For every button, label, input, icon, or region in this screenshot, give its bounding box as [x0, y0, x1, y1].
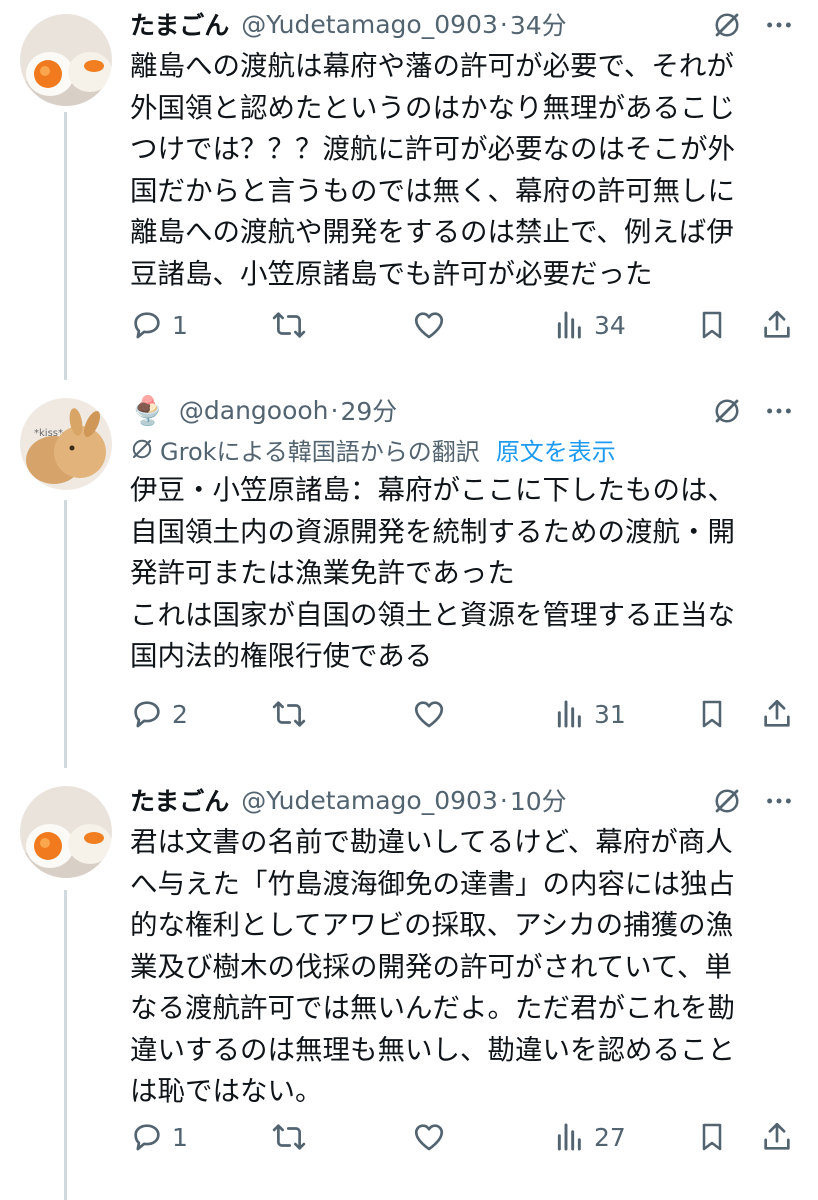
views-icon	[554, 309, 586, 341]
bookmark-icon	[696, 1121, 728, 1153]
view-count: 34	[594, 310, 626, 340]
share-button[interactable]	[760, 697, 794, 731]
avatar[interactable]	[20, 786, 112, 878]
repost-button[interactable]	[272, 1120, 306, 1154]
views-button[interactable]: 34	[554, 309, 626, 341]
avatar-caption: *kiss*	[34, 428, 63, 439]
timestamp[interactable]: 10分	[510, 782, 567, 818]
more-icon[interactable]	[764, 786, 794, 816]
reply-count: 1	[172, 310, 188, 340]
bookmark-icon	[696, 309, 728, 341]
display-name[interactable]: たまごん	[130, 6, 229, 42]
grok-icon[interactable]	[712, 396, 742, 426]
separator-dot: ·	[499, 9, 508, 39]
grok-icon	[130, 437, 154, 461]
separator-dot: ·	[499, 785, 508, 815]
views-button[interactable]: 27	[554, 1121, 626, 1153]
repost-icon	[272, 308, 306, 342]
more-icon[interactable]	[764, 10, 794, 40]
bookmark-button[interactable]	[696, 1121, 728, 1153]
tweet-text: 離島への渡航は幕府や藩の許可が必要で、それが 外国領と認めたというのはかなり無理…	[130, 50, 735, 290]
translation-notice: Grokによる韓国語からの翻訳 原文を表示	[130, 430, 800, 468]
display-name[interactable]: 🍨	[130, 394, 165, 427]
tweet-text: 伊豆・小笠原諸島：幕府がここに下したものは、 自国領土内の資源開発を統制するため…	[130, 474, 735, 672]
more-icon[interactable]	[764, 396, 794, 426]
views-button[interactable]: 31	[554, 698, 626, 730]
repost-button[interactable]	[272, 697, 306, 731]
bookmark-icon	[696, 698, 728, 730]
grok-icon[interactable]	[712, 786, 742, 816]
timestamp[interactable]: 29分	[340, 392, 397, 428]
share-button[interactable]	[760, 1120, 794, 1154]
reply-icon	[130, 308, 164, 342]
reply-icon	[130, 697, 164, 731]
share-icon	[760, 308, 794, 342]
bookmark-button[interactable]	[696, 309, 728, 341]
views-icon	[554, 698, 586, 730]
reply-button[interactable]: 1	[130, 1120, 188, 1154]
like-icon	[412, 308, 446, 342]
share-icon	[760, 1120, 794, 1154]
timestamp[interactable]: 34分	[510, 6, 567, 42]
avatar[interactable]	[20, 14, 112, 106]
repost-button[interactable]	[272, 308, 306, 342]
reply-count: 1	[172, 1122, 188, 1152]
reply-button[interactable]: 1	[130, 308, 188, 342]
repost-icon	[272, 697, 306, 731]
views-icon	[554, 1121, 586, 1153]
like-button[interactable]	[412, 308, 446, 342]
tweet[interactable]: たまごん @Yudetamago_0903 · 10分 君は文書の名前で勘違いし…	[0, 770, 818, 1200]
tweet[interactable]: *kiss* 🍨 @dangoooh · 29分 Grokによる韓国語からの翻訳…	[0, 380, 818, 770]
user-handle[interactable]: @Yudetamago_0903	[241, 786, 498, 815]
tweet-text: 君は文書の名前で勘違いしてるけど、幕府が商人 へ与えた「竹島渡海御免の達書」の内…	[130, 826, 735, 1107]
like-icon	[412, 1120, 446, 1154]
reply-button[interactable]: 2	[130, 697, 188, 731]
tweet[interactable]: たまごん @Yudetamago_0903 · 34分 離島への渡航は幕府や藩の…	[0, 0, 818, 380]
grok-icon[interactable]	[712, 10, 742, 40]
like-icon	[412, 697, 446, 731]
bookmark-button[interactable]	[696, 698, 728, 730]
translation-label: Grokによる韓国語からの翻訳	[160, 437, 480, 466]
view-count: 27	[594, 1122, 626, 1152]
show-original-link[interactable]: 原文を表示	[496, 432, 616, 467]
display-name[interactable]: たまごん	[130, 782, 229, 818]
avatar[interactable]: *kiss*	[20, 398, 112, 490]
repost-icon	[272, 1120, 306, 1154]
user-handle[interactable]: @dangoooh	[179, 396, 329, 425]
share-icon	[760, 697, 794, 731]
like-button[interactable]	[412, 1120, 446, 1154]
user-handle[interactable]: @Yudetamago_0903	[241, 10, 498, 39]
reply-icon	[130, 1120, 164, 1154]
separator-dot: ·	[330, 395, 339, 425]
like-button[interactable]	[412, 697, 446, 731]
view-count: 31	[594, 699, 626, 729]
reply-count: 2	[172, 699, 188, 729]
share-button[interactable]	[760, 308, 794, 342]
